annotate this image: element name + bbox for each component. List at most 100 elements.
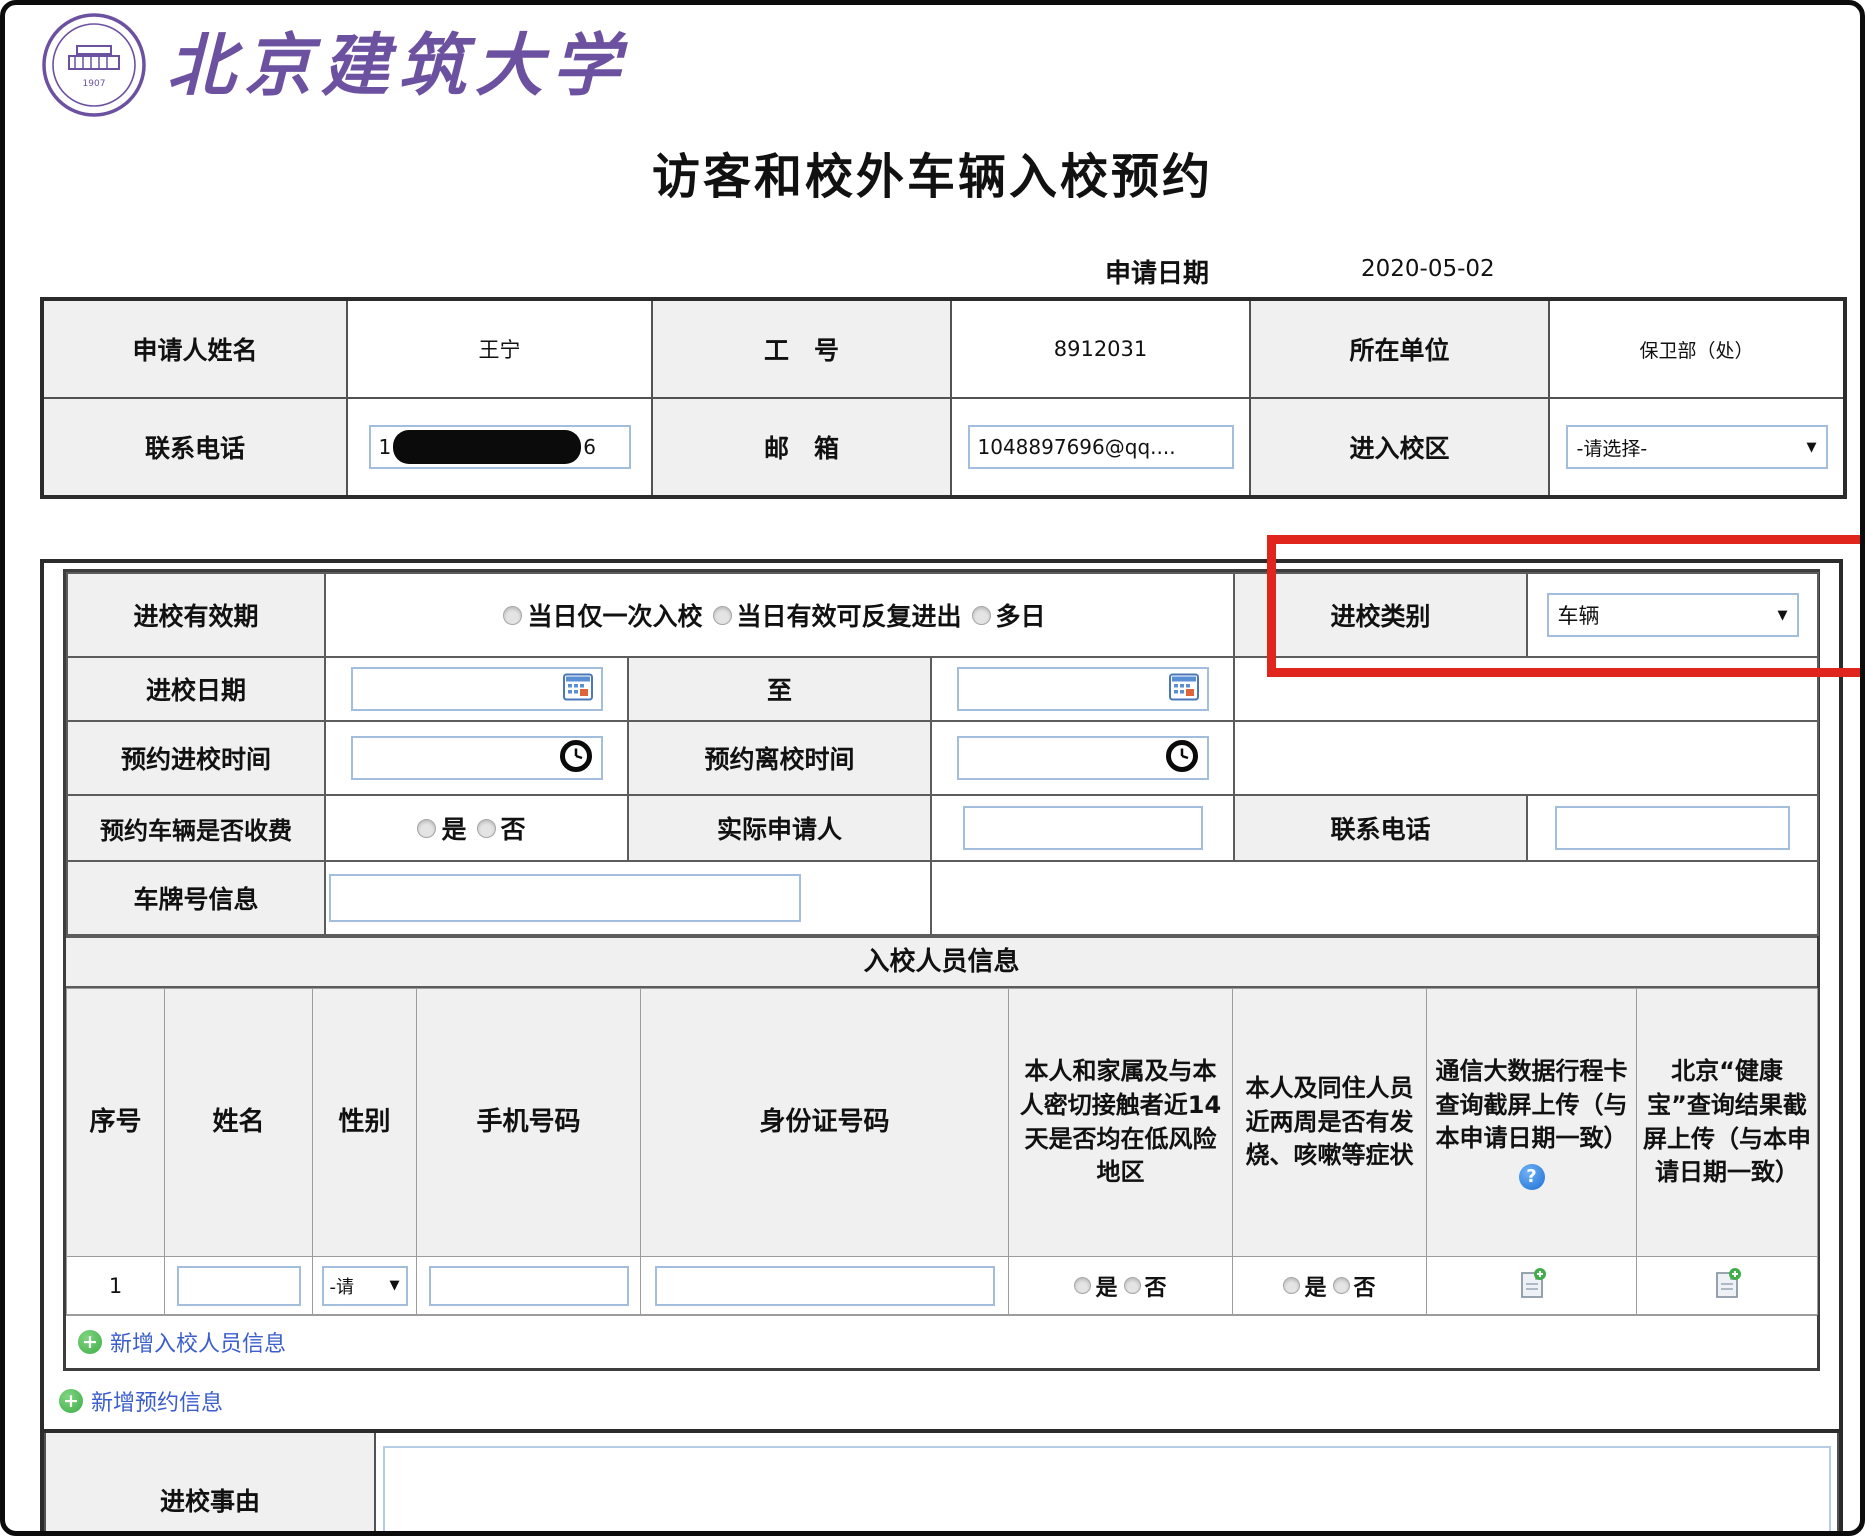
campus-select[interactable]: -请选择- ▼	[1566, 425, 1828, 469]
radio-fee-no-label: 否	[501, 815, 526, 844]
radio-fee-no[interactable]	[477, 819, 496, 838]
radio-symptom-no-label: 否	[1354, 1276, 1376, 1301]
radio-multi-day[interactable]	[972, 606, 991, 625]
add-person-link[interactable]: + 新增入校人员信息	[66, 1315, 1817, 1368]
radio-low-risk-yes[interactable]	[1074, 1277, 1091, 1294]
reservation-section: 进校有效期 当日仅一次入校当日有效可反复进出多日 进校类别 车辆 ▼ 进校日期	[40, 559, 1843, 1536]
personnel-table: 序号 姓名 性别 手机号码 身份证号码 本人和家属及与本人密切接触者近14天是否…	[66, 988, 1818, 1315]
entry-date-label: 进校日期	[67, 657, 325, 721]
calendar-icon[interactable]	[1169, 673, 1199, 706]
entry-date-end-input[interactable]	[957, 667, 1209, 711]
add-person-label: 新增入校人员信息	[110, 1326, 286, 1358]
university-name: 北京建筑大学	[167, 33, 629, 101]
plus-icon: +	[78, 1330, 102, 1354]
time-in-label: 预约进校时间	[67, 721, 325, 795]
table-row: 进校有效期 当日仅一次入校当日有效可反复进出多日 进校类别 车辆 ▼	[67, 573, 1818, 657]
phone-label: 联系电话	[42, 398, 347, 497]
actual-applicant-input[interactable]	[963, 806, 1203, 850]
col-id-number: 身份证号码	[641, 989, 1009, 1257]
campus-label: 进入校区	[1250, 398, 1549, 497]
table-row: 预约进校时间 预约离校时间	[67, 721, 1818, 795]
person-id-input[interactable]	[655, 1266, 995, 1306]
reservation-inner-table: 进校有效期 当日仅一次入校当日有效可反复进出多日 进校类别 车辆 ▼ 进校日期	[63, 569, 1820, 1371]
upload-travel-card-icon[interactable]	[1517, 1281, 1547, 1305]
table-row: 预约车辆是否收费 是否 实际申请人 联系电话	[67, 795, 1818, 861]
col-symptoms: 本人及同住人员近两周是否有发烧、咳嗽等症状	[1233, 989, 1427, 1257]
add-reservation-link[interactable]: + 新增预约信息	[59, 1385, 1839, 1417]
table-row: 车牌号信息	[67, 861, 1818, 935]
validity-options-cell: 当日仅一次入校 当日有效可反复进出 多日	[325, 573, 1234, 657]
clock-icon[interactable]	[559, 739, 593, 778]
col-travel-card: 通信大数据行程卡查询截屏上传（与本申请日期一致） ?	[1427, 989, 1637, 1257]
time-out-label: 预约离校时间	[628, 721, 931, 795]
radio-multi-day-label: 多日	[996, 602, 1046, 631]
col-name: 姓名	[165, 989, 313, 1257]
apply-date-row: 申请日期 2020-05-02	[5, 253, 1860, 287]
help-icon[interactable]: ?	[1519, 1164, 1545, 1190]
personnel-section-title: 入校人员信息	[66, 936, 1817, 988]
upload-health-kit-icon[interactable]	[1712, 1281, 1742, 1305]
table-row: 联系电话 1 6 邮 箱 1048897696@qq.... 进入校区 -请选择…	[42, 398, 1845, 497]
plate-number-label: 车牌号信息	[67, 861, 325, 935]
applicant-name-value: 王宁	[347, 299, 652, 398]
person-gender-select[interactable]: -请 ▼	[322, 1266, 408, 1306]
col-health-kit: 北京“健康宝”查询结果截屏上传（与本申请日期一致）	[1637, 989, 1818, 1257]
page: 1907 北京建筑大学 访客和校外车辆入校预约 申请日期 2020-05-02 …	[0, 0, 1865, 1536]
radio-once-per-day-label: 当日仅一次入校	[527, 602, 702, 631]
personnel-data-row: 1 -请 ▼ 是否 是否	[67, 1257, 1818, 1315]
radio-fee-yes[interactable]	[417, 819, 436, 838]
svg-text:1907: 1907	[83, 79, 106, 89]
radio-symptom-no[interactable]	[1333, 1277, 1350, 1294]
entry-category-label: 进校类别	[1234, 573, 1527, 657]
radio-symptom-yes-label: 是	[1304, 1276, 1326, 1301]
email-input[interactable]: 1048897696@qq....	[968, 425, 1234, 469]
radio-once-per-day[interactable]	[503, 606, 522, 625]
radio-low-risk-no[interactable]	[1124, 1277, 1141, 1294]
radio-repeat-same-day-label: 当日有效可反复进出	[737, 602, 962, 631]
col-gender: 性别	[313, 989, 417, 1257]
col-travel-card-label: 通信大数据行程卡查询截屏上传（与本申请日期一致）	[1436, 1057, 1628, 1152]
calendar-icon[interactable]	[563, 673, 593, 706]
col-mobile: 手机号码	[417, 989, 641, 1257]
entry-category-select[interactable]: 车辆 ▼	[1547, 593, 1799, 637]
person-name-input[interactable]	[177, 1266, 301, 1306]
symptom-options-cell: 是否	[1233, 1257, 1427, 1315]
applicant-table: 申请人姓名 王宁 工 号 8912031 所在单位 保卫部（处） 联系电话 1 …	[40, 297, 1847, 499]
col-index: 序号	[67, 989, 165, 1257]
chevron-down-icon: ▼	[390, 1278, 400, 1293]
email-label: 邮 箱	[652, 398, 951, 497]
radio-repeat-same-day[interactable]	[713, 606, 732, 625]
employee-id-value: 8912031	[951, 299, 1250, 398]
time-out-input[interactable]	[957, 736, 1209, 780]
entry-category-value: 车辆	[1558, 600, 1600, 630]
time-in-input[interactable]	[351, 736, 603, 780]
empty-cell	[1234, 721, 1818, 795]
radio-symptom-yes[interactable]	[1283, 1277, 1300, 1294]
reservation-table: 进校有效期 当日仅一次入校当日有效可反复进出多日 进校类别 车辆 ▼ 进校日期	[66, 572, 1819, 936]
redaction-overlay	[393, 430, 581, 464]
chevron-down-icon: ▼	[1778, 608, 1788, 623]
table-row: 进校日期 至	[67, 657, 1818, 721]
university-header: 1907 北京建筑大学	[41, 13, 1860, 121]
entry-reason-textarea[interactable]	[383, 1446, 1831, 1536]
phone-suffix: 6	[583, 435, 596, 459]
entry-date-start-input[interactable]	[351, 667, 603, 711]
department-label: 所在单位	[1250, 299, 1549, 398]
plate-number-input[interactable]	[329, 874, 801, 922]
add-reservation-label: 新增预约信息	[91, 1385, 223, 1417]
phone-prefix: 1	[379, 435, 392, 459]
radio-low-risk-no-label: 否	[1145, 1276, 1167, 1301]
person-mobile-input[interactable]	[429, 1266, 629, 1306]
applicant-name-label: 申请人姓名	[42, 299, 347, 398]
plus-icon: +	[59, 1389, 83, 1413]
chevron-down-icon: ▼	[1807, 440, 1817, 455]
contact-phone-input[interactable]	[1555, 806, 1790, 850]
low-risk-options-cell: 是否	[1009, 1257, 1233, 1315]
clock-icon[interactable]	[1165, 739, 1199, 778]
reason-table: 进校事由	[44, 1429, 1839, 1536]
phone-input[interactable]: 1 6	[369, 425, 631, 469]
row-index: 1	[67, 1257, 165, 1315]
col-low-risk: 本人和家属及与本人密切接触者近14天是否均在低风险地区	[1009, 989, 1233, 1257]
university-seal-icon: 1907	[41, 12, 147, 122]
vehicle-fee-label: 预约车辆是否收费	[67, 795, 325, 861]
